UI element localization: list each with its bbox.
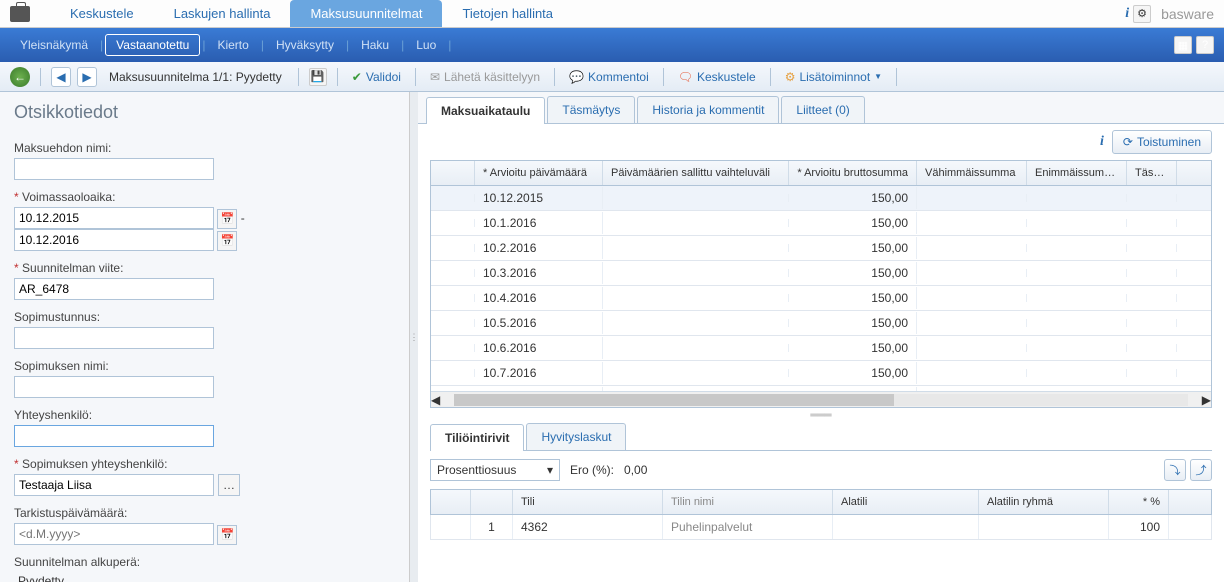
horizontal-scrollbar[interactable]: ◀▶ [431, 391, 1211, 407]
brand-logo: basware [1161, 6, 1214, 22]
prev-button[interactable]: ◀ [51, 67, 71, 87]
left-title: Otsikkotiedot [0, 92, 409, 133]
save-icon[interactable]: 💾 [309, 68, 327, 86]
col-match[interactable]: Täsmä [1127, 161, 1177, 185]
more-button[interactable]: ⚙Lisätoiminnot ▼ [781, 68, 886, 86]
left-pane: Otsikkotiedot Maksuehdon nimi: Voimassao… [0, 92, 410, 582]
input-contract-contact[interactable] [14, 474, 214, 496]
validate-button[interactable]: ✔Validoi [348, 68, 405, 86]
col-min[interactable]: Vähimmäissumma [917, 161, 1027, 185]
settings-icon[interactable]: ⚙ [1133, 5, 1151, 23]
tab-datamgmt[interactable]: Tietojen hallinta [442, 0, 573, 27]
tab-plans[interactable]: Maksusuunnitelmat [290, 0, 442, 27]
input-plan-ref[interactable] [14, 278, 214, 300]
horizontal-splitter[interactable]: ═══ [418, 408, 1224, 423]
right-pane: Maksuaikataulu Täsmäytys Historia ja kom… [418, 92, 1224, 582]
schedule-row[interactable]: 10.6.2016150,00 [431, 336, 1211, 361]
subnav-received[interactable]: Vastaanotettu [105, 34, 200, 56]
tab-history[interactable]: Historia ja kommentit [637, 96, 779, 123]
label-contract-id: Sopimustunnus: [14, 310, 395, 324]
export-icon[interactable]: ⤴ [1190, 459, 1212, 481]
calendar-check-icon[interactable]: 📅 [217, 525, 237, 545]
top-tabs: Keskustele Laskujen hallinta Maksusuunni… [0, 0, 1224, 28]
lookup-button[interactable]: … [218, 474, 240, 496]
schedule-row[interactable]: 10.2.2016150,00 [431, 236, 1211, 261]
input-date-from[interactable] [14, 207, 214, 229]
label-contact: Yhteyshenkilö: [14, 408, 395, 422]
label-plan-ref: Suunnitelman viite: [14, 261, 395, 275]
toolbar: ← ◀ ▶ Maksusuunnitelma 1/1: Pyydetty 💾 ✔… [0, 62, 1224, 92]
label-check-date: Tarkistuspäivämäärä: [14, 506, 395, 520]
subnav-create[interactable]: Luo [406, 34, 446, 56]
input-contract-name[interactable] [14, 376, 214, 398]
info-icon-grid[interactable]: i [1100, 134, 1104, 150]
input-contact[interactable] [14, 425, 214, 447]
schedule-row[interactable]: 10.5.2016150,00 [431, 311, 1211, 336]
label-contract-name: Sopimuksen nimi: [14, 359, 395, 373]
ero-label: Ero (%): [570, 463, 614, 477]
coding-row[interactable]: 1 4362 Puhelinpalvelut 100 [430, 515, 1212, 540]
tab-match[interactable]: Täsmäytys [547, 96, 635, 123]
next-button[interactable]: ▶ [77, 67, 97, 87]
label-payment-term: Maksuehdon nimi: [14, 141, 395, 155]
input-date-to[interactable] [14, 229, 214, 251]
calendar-from-icon[interactable]: 📅 [217, 209, 237, 229]
vertical-splitter[interactable]: ⋮ [410, 92, 418, 582]
col-account[interactable]: Tili [513, 490, 663, 514]
label-origin: Suunnitelman alkuperä: [14, 555, 395, 569]
col-est-gross[interactable]: * Arvioitu bruttosumma [789, 161, 917, 185]
tab-discuss[interactable]: Keskustele [50, 0, 154, 27]
col-account-name[interactable]: Tilin nimi [663, 490, 833, 514]
breadcrumb: Maksusuunnitelma 1/1: Pyydetty [109, 70, 282, 84]
value-origin: Pyydetty [14, 572, 395, 582]
tab-schedule[interactable]: Maksuaikataulu [426, 97, 545, 124]
subnav-search[interactable]: Haku [351, 34, 399, 56]
tab-credit-notes[interactable]: Hyvityslaskut [526, 423, 626, 450]
col-date-range[interactable]: Päivämäärien sallittu vaihteluväli [603, 161, 789, 185]
tab-attachments[interactable]: Liitteet (0) [781, 96, 864, 123]
briefcase-icon[interactable] [10, 6, 30, 22]
subnav-overview[interactable]: Yleisnäkymä [10, 34, 98, 56]
schedule-row[interactable]: 10.4.2016150,00 [431, 286, 1211, 311]
tab-invoices[interactable]: Laskujen hallinta [154, 0, 291, 27]
ero-value: 0,00 [624, 463, 647, 477]
import-icon[interactable]: ⤵ [1164, 459, 1186, 481]
schedule-row[interactable]: 10.7.2016150,00 [431, 361, 1211, 386]
help-icon[interactable]: ? [1196, 36, 1214, 54]
send-button[interactable]: ✉Lähetä käsittelyyn [426, 68, 544, 86]
schedule-row[interactable]: 10.12.2015150,00 [431, 186, 1211, 211]
schedule-row[interactable]: 10.1.2016150,00 [431, 211, 1211, 236]
calendar-to-icon[interactable]: 📅 [217, 231, 237, 251]
recurrence-button[interactable]: ⟳ Toistuminen [1112, 130, 1212, 154]
info-icon[interactable]: i [1125, 6, 1129, 22]
tab-coding-rows[interactable]: Tiliöintirivit [430, 424, 524, 451]
label-contract-contact: Sopimuksen yhteyshenkilö: [14, 457, 395, 471]
input-payment-term[interactable] [14, 158, 214, 180]
layout-icon[interactable]: ▦ [1174, 36, 1192, 54]
schedule-row[interactable]: 10.3.2016150,00 [431, 261, 1211, 286]
schedule-grid: * Arvioitu päivämäärä Päivämäärien salli… [430, 160, 1212, 408]
col-subaccount-group[interactable]: Alatilin ryhmä [979, 490, 1109, 514]
col-percent[interactable]: * % [1109, 490, 1169, 514]
discuss-button[interactable]: 🗨Keskustele [674, 68, 760, 86]
col-subaccount[interactable]: Alatili [833, 490, 979, 514]
label-validity: Voimassaoloaika: [14, 190, 395, 204]
sub-nav: Yleisnäkymä | Vastaanotettu | Kierto | H… [0, 28, 1224, 62]
input-check-date[interactable] [14, 523, 214, 545]
comment-button[interactable]: 💬Kommentoi [565, 68, 653, 86]
input-contract-id[interactable] [14, 327, 214, 349]
col-max[interactable]: Enimmäissumma [1027, 161, 1127, 185]
subnav-circulation[interactable]: Kierto [207, 34, 258, 56]
col-est-date[interactable]: * Arvioitu päivämäärä [475, 161, 603, 185]
basis-dropdown[interactable]: Prosenttiosuus▾ [430, 459, 560, 481]
back-button[interactable]: ← [10, 67, 30, 87]
subnav-approved[interactable]: Hyväksytty [266, 34, 344, 56]
